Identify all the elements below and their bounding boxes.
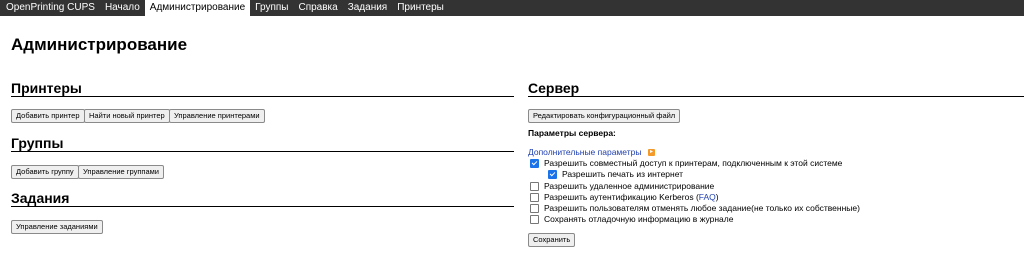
nav-item-cups[interactable]: OpenPrinting CUPS — [0, 0, 100, 16]
add-printer-button[interactable]: Добавить принтер — [11, 109, 85, 123]
jobs-divider — [11, 206, 514, 207]
option-allow-internet-printing[interactable]: Разрешить печать из интернет — [548, 169, 683, 179]
cancel-any-job-checkbox[interactable] — [530, 203, 539, 213]
share-printers-label: Разрешить совместный доступ к принтерам,… — [544, 158, 843, 168]
option-kerberos[interactable]: Разрешить аутентификацию Kerberos (FAQ) — [530, 192, 719, 202]
internet-printing-checkbox[interactable] — [548, 169, 557, 179]
option-debug-logging[interactable]: Сохранять отладочную информацию в журнал… — [530, 214, 733, 224]
cancel-any-job-label: Разрешить пользователям отменять любое з… — [544, 203, 860, 213]
kerberos-faq-link[interactable]: FAQ — [699, 192, 716, 202]
manage-printers-button[interactable]: Управление принтерами — [169, 109, 265, 123]
groups-divider — [11, 151, 514, 152]
groups-section-title: Группы — [11, 135, 64, 151]
debug-logging-checkbox[interactable] — [530, 214, 539, 224]
printers-section-title: Принтеры — [11, 80, 82, 96]
jobs-section-title: Задания — [11, 190, 70, 206]
server-section-title: Сервер — [528, 80, 580, 96]
option-cancel-any-job[interactable]: Разрешить пользователям отменять любое з… — [530, 203, 860, 213]
nav-item-printers[interactable]: Принтеры — [392, 0, 449, 16]
option-share-printers[interactable]: Разрешить совместный доступ к принтерам,… — [530, 158, 842, 168]
nav-item-administration[interactable]: Администрирование — [144, 0, 251, 16]
nav-item-groups[interactable]: Группы — [250, 0, 293, 16]
internet-printing-label: Разрешить печать из интернет — [562, 169, 684, 179]
edit-config-button[interactable]: Редактировать конфигурационный файл — [528, 109, 681, 123]
printers-divider — [11, 96, 514, 97]
remote-admin-label: Разрешить удаленное администрирование — [544, 181, 715, 191]
save-button[interactable]: Сохранить — [528, 233, 576, 247]
nav-item-help[interactable]: Справка — [293, 0, 342, 16]
advanced-settings-link[interactable]: Дополнительные параметры — [528, 147, 641, 157]
debug-logging-label: Сохранять отладочную информацию в журнал… — [544, 214, 734, 224]
nav-item-home[interactable]: Начало — [100, 0, 145, 16]
manage-groups-button[interactable]: Управление группами — [78, 165, 164, 179]
find-new-printer-button[interactable]: Найти новый принтер — [84, 109, 170, 123]
server-settings-label: Параметры сервера: — [528, 128, 616, 138]
manage-jobs-button[interactable]: Управление заданиями — [11, 220, 103, 234]
page-title: Администрирование — [11, 35, 188, 54]
kerberos-label-suffix: ) — [715, 192, 719, 202]
share-printers-checkbox[interactable] — [530, 158, 539, 168]
remote-admin-checkbox[interactable] — [530, 181, 539, 191]
rss-icon: ▸ — [648, 149, 655, 156]
nav-item-jobs[interactable]: Задания — [343, 0, 393, 16]
kerberos-checkbox[interactable] — [530, 192, 539, 202]
option-remote-admin[interactable]: Разрешить удаленное администрирование — [530, 181, 714, 191]
kerberos-label: Разрешить аутентификацию Kerberos ( — [544, 192, 699, 202]
add-group-button[interactable]: Добавить группу — [11, 165, 79, 179]
top-navigation: OpenPrinting CUPS Начало Администрирован… — [0, 0, 1024, 16]
server-divider — [528, 96, 1024, 97]
